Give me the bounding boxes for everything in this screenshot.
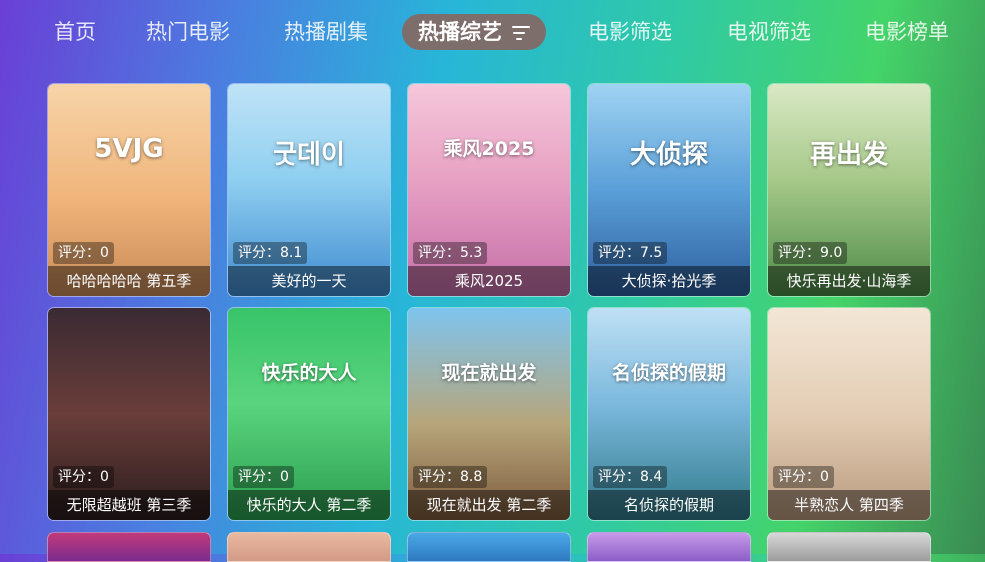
poster-image (588, 84, 750, 296)
show-card[interactable]: 评分：0 无限超越班 第三季 (47, 307, 211, 521)
rating-badge: 评分：8.8 (413, 466, 488, 488)
nav-movie-ranking[interactable]: 电影榜单 (865, 12, 949, 52)
nav-label: 热门电影 (146, 20, 230, 44)
show-card[interactable]: 再出发评分：9.0 快乐再出发·山海季 (767, 83, 931, 297)
show-card[interactable]: 名侦探的假期 评分：8.4 名侦探的假期 (587, 307, 751, 521)
show-card[interactable]: 굿데이 评分：8.1 美好的一天 (227, 83, 391, 297)
nav-hot-variety[interactable]: 热播综艺 (402, 14, 546, 50)
show-logo: 快乐的大人 (261, 362, 357, 384)
rating-badge: 评分：0 (773, 466, 834, 488)
show-title: 快乐的大人 第二季 (228, 490, 390, 520)
nav-label: 电影榜单 (865, 20, 949, 44)
show-logo: 现在就出发 (441, 362, 537, 384)
poster-image (48, 84, 210, 296)
show-card[interactable]: 5VJG 评分：0 哈哈哈哈哈 第五季 (47, 83, 211, 297)
show-card[interactable]: 快乐的大人评分：0 快乐的大人 第二季 (227, 307, 391, 521)
show-title: 乘风2025 (408, 266, 570, 296)
rating-badge: 评分：8.1 (233, 242, 308, 264)
show-card-partial[interactable] (407, 532, 571, 562)
nav-label: 电视筛选 (727, 20, 811, 44)
nav-movie-filter[interactable]: 电影筛选 (588, 12, 672, 52)
poster-image (768, 84, 930, 296)
poster-image (588, 308, 750, 520)
show-title: 美好的一天 (228, 266, 390, 296)
nav-hot-series[interactable]: 热播剧集 (284, 12, 368, 52)
show-card-partial[interactable] (767, 532, 931, 562)
nav-tv-filter[interactable]: 电视筛选 (727, 12, 811, 52)
show-card-partial[interactable] (227, 532, 391, 562)
show-logo: 5VJG (94, 134, 164, 164)
show-title: 半熟恋人 第四季 (768, 490, 930, 520)
show-card-partial[interactable] (47, 532, 211, 562)
nav-label: 首页 (54, 20, 96, 44)
show-title: 现在就出发 第二季 (408, 490, 570, 520)
show-logo: 大侦探 (629, 140, 708, 170)
nav-hot-movies[interactable]: 热门电影 (146, 12, 230, 52)
rating-badge: 评分：8.4 (593, 466, 668, 488)
show-title: 大侦探·拾光季 (588, 266, 750, 296)
nav-label: 热播综艺 (418, 20, 502, 44)
show-logo: 再出发 (809, 140, 888, 170)
poster-image (408, 84, 570, 296)
show-card-partial[interactable] (587, 532, 751, 562)
show-card[interactable]: 现在就出发评分：8.8 现在就出发 第二季 (407, 307, 571, 521)
nav-home[interactable]: 首页 (54, 12, 96, 52)
show-logo: 名侦探的假期 (611, 362, 726, 384)
rating-badge: 评分：0 (53, 242, 114, 264)
show-card[interactable]: 大侦探评分：7.5 大侦探·拾光季 (587, 83, 751, 297)
show-title: 快乐再出发·山海季 (768, 266, 930, 296)
rating-badge: 评分：0 (233, 466, 294, 488)
nav-label: 电影筛选 (588, 20, 672, 44)
show-card[interactable]: 评分：0 半熟恋人 第四季 (767, 307, 931, 521)
show-logo: 굿데이 (273, 140, 345, 170)
show-title: 名侦探的假期 (588, 490, 750, 520)
poster-image (228, 84, 390, 296)
rating-badge: 评分：9.0 (773, 242, 848, 264)
rating-badge: 评分：0 (53, 466, 114, 488)
poster-image (48, 308, 210, 520)
poster-image (408, 308, 570, 520)
show-card[interactable]: 乘风2025 评分：5.3 乘风2025 (407, 83, 571, 297)
show-title: 无限超越班 第三季 (48, 490, 210, 520)
filter-icon (510, 26, 530, 40)
nav-label: 热播剧集 (284, 20, 368, 44)
poster-image (768, 308, 930, 520)
show-title: 哈哈哈哈哈 第五季 (48, 266, 210, 296)
show-logo: 乘风2025 (443, 138, 535, 160)
rating-badge: 评分：7.5 (593, 242, 668, 264)
poster-image (228, 308, 390, 520)
rating-badge: 评分：5.3 (413, 242, 488, 264)
top-nav: 首页 热门电影 热播剧集 热播综艺 电影筛选 电视筛选 电影榜单 (0, 12, 985, 56)
